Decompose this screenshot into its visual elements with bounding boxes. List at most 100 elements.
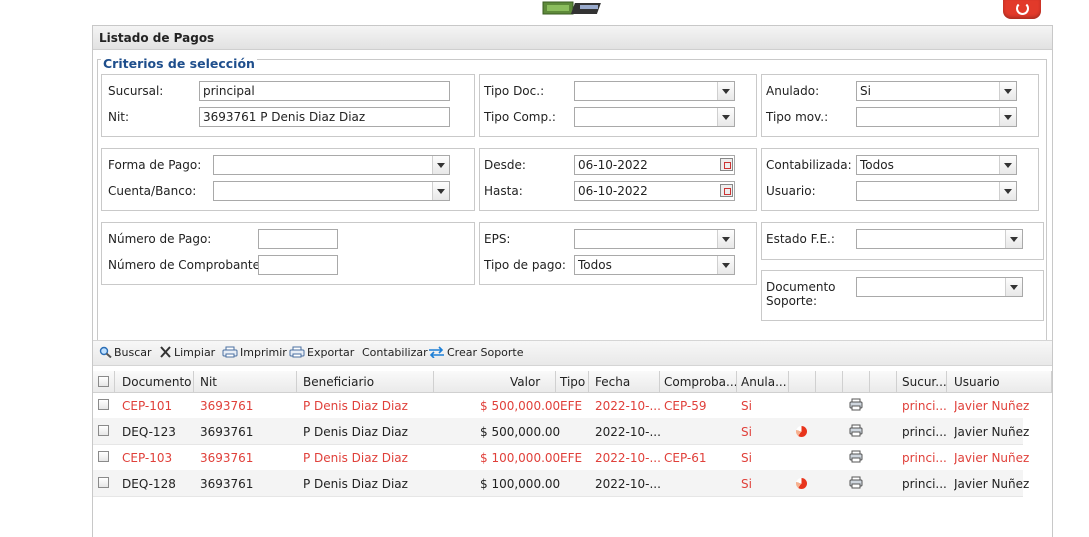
transfer-arrows-icon bbox=[429, 346, 444, 358]
power-icon[interactable] bbox=[1003, 0, 1041, 19]
eps-label: EPS: bbox=[484, 232, 511, 246]
chevron-down-icon[interactable] bbox=[717, 82, 734, 100]
cuenta-banco-label: Cuenta/Banco: bbox=[108, 184, 197, 198]
calendar-icon[interactable] bbox=[720, 184, 733, 197]
header-anulado[interactable]: Anula... bbox=[741, 375, 787, 389]
nit-input[interactable]: 3693761 P Denis Diaz Diaz bbox=[199, 107, 450, 127]
cell-usuario: Javier Nuñez bbox=[954, 477, 1030, 491]
contabilizada-select[interactable]: Todos bbox=[856, 155, 1017, 175]
header-usuario[interactable]: Usuario bbox=[954, 375, 1000, 389]
cell-valor: $ 100,000.00 bbox=[480, 477, 561, 491]
buscar-button[interactable]: Buscar bbox=[99, 346, 152, 359]
anulado-select[interactable]: Si bbox=[856, 81, 1017, 101]
chevron-down-icon[interactable] bbox=[432, 156, 449, 174]
chevron-down-icon[interactable] bbox=[999, 156, 1016, 174]
table-row[interactable]: DEQ-123 3693761 P Denis Diaz Diaz $ 500,… bbox=[93, 418, 1029, 445]
forma-pago-select[interactable] bbox=[213, 155, 450, 175]
chevron-down-icon[interactable] bbox=[1005, 230, 1022, 248]
exportar-button[interactable]: Exportar bbox=[289, 346, 354, 359]
tipo-pago-select[interactable]: Todos bbox=[574, 255, 735, 275]
pie-status-icon[interactable] bbox=[796, 478, 807, 489]
cell-tipo: EFE bbox=[560, 451, 583, 465]
desde-date-input[interactable]: 06-10-2022 bbox=[574, 155, 735, 175]
header-comprobante[interactable]: Comproba... bbox=[664, 375, 737, 389]
imprimir-button[interactable]: Imprimir bbox=[222, 346, 287, 359]
row-checkbox[interactable] bbox=[98, 451, 109, 462]
eps-select[interactable] bbox=[574, 229, 735, 249]
usuario-label: Usuario: bbox=[766, 184, 816, 198]
header-beneficiario[interactable]: Beneficiario bbox=[303, 375, 374, 389]
table-row[interactable]: DEQ-128 3693761 P Denis Diaz Diaz $ 100,… bbox=[93, 470, 1029, 497]
chevron-down-icon[interactable] bbox=[717, 230, 734, 248]
chevron-down-icon[interactable] bbox=[717, 108, 734, 126]
cell-nit: 3693761 bbox=[200, 399, 254, 413]
printer-icon[interactable] bbox=[849, 398, 863, 411]
chevron-down-icon[interactable] bbox=[999, 182, 1016, 200]
cell-beneficiario: P Denis Diaz Diaz bbox=[303, 399, 408, 413]
crear-soporte-label: Crear Soporte bbox=[447, 346, 524, 359]
printer-icon[interactable] bbox=[849, 450, 863, 463]
table-row[interactable]: CEP-103 3693761 P Denis Diaz Diaz $ 100,… bbox=[93, 444, 1029, 471]
cell-comprobante: CEP-59 bbox=[664, 399, 707, 413]
usuario-select[interactable] bbox=[856, 181, 1017, 201]
cell-beneficiario: P Denis Diaz Diaz bbox=[303, 425, 408, 439]
contabilizada-label: Contabilizada: bbox=[766, 158, 852, 172]
hasta-value: 06-10-2022 bbox=[578, 184, 648, 198]
cuenta-banco-select[interactable] bbox=[213, 181, 450, 201]
cell-valor: $ 500,000.00 bbox=[480, 425, 561, 439]
panel-header: Listado de Pagos bbox=[93, 26, 1052, 50]
forma-pago-label: Forma de Pago: bbox=[108, 158, 202, 172]
numero-comprobante-input[interactable] bbox=[258, 255, 338, 275]
toolbar: Buscar Limpiar Imprimir Exportar Contabi… bbox=[93, 340, 1052, 366]
estado-fe-select[interactable] bbox=[856, 229, 1023, 249]
header-tipo[interactable]: Tipo bbox=[560, 375, 585, 389]
nit-label: Nit: bbox=[108, 110, 130, 124]
cell-anulado: Si bbox=[741, 425, 752, 439]
panel-title: Listado de Pagos bbox=[99, 31, 215, 45]
row-checkbox[interactable] bbox=[98, 477, 109, 488]
cell-sucursal: princi... bbox=[902, 477, 947, 491]
tipo-doc-select[interactable] bbox=[574, 81, 735, 101]
pie-status-icon[interactable] bbox=[796, 426, 807, 437]
estado-fe-label: Estado F.E.: bbox=[766, 232, 835, 246]
chevron-down-icon[interactable] bbox=[432, 182, 449, 200]
cell-beneficiario: P Denis Diaz Diaz bbox=[303, 451, 408, 465]
tipo-mov-select[interactable] bbox=[856, 107, 1017, 127]
numero-pago-input[interactable] bbox=[258, 229, 338, 249]
printer-icon[interactable] bbox=[849, 424, 863, 437]
documento-soporte-select[interactable] bbox=[856, 277, 1023, 297]
printer-icon[interactable] bbox=[849, 476, 863, 489]
tipo-pago-label: Tipo de pago: bbox=[484, 258, 566, 272]
hasta-date-input[interactable]: 06-10-2022 bbox=[574, 181, 735, 201]
calendar-icon[interactable] bbox=[720, 158, 733, 171]
row-checkbox[interactable] bbox=[98, 399, 109, 410]
cell-beneficiario: P Denis Diaz Diaz bbox=[303, 477, 408, 491]
select-all-checkbox[interactable] bbox=[98, 376, 109, 387]
chevron-down-icon[interactable] bbox=[999, 108, 1016, 126]
contabilizar-button[interactable]: Contabilizar bbox=[362, 346, 428, 359]
sucursal-input[interactable]: principal bbox=[199, 81, 450, 101]
header-nit[interactable]: Nit bbox=[200, 375, 217, 389]
tipo-comp-select[interactable] bbox=[574, 107, 735, 127]
header-documento[interactable]: Documento bbox=[122, 375, 192, 389]
chevron-down-icon[interactable] bbox=[999, 82, 1016, 100]
table-row[interactable]: CEP-101 3693761 P Denis Diaz Diaz $ 500,… bbox=[93, 392, 1029, 419]
header-fecha[interactable]: Fecha bbox=[595, 375, 630, 389]
limpiar-button[interactable]: Limpiar bbox=[159, 346, 215, 359]
row-checkbox[interactable] bbox=[98, 425, 109, 436]
crear-soporte-button[interactable]: Crear Soporte bbox=[428, 346, 524, 359]
header-sucursal[interactable]: Sucur... bbox=[902, 375, 947, 389]
header-valor[interactable]: Valor bbox=[510, 375, 540, 389]
cell-nit: 3693761 bbox=[200, 451, 254, 465]
tipo-comp-label: Tipo Comp.: bbox=[484, 110, 556, 124]
cell-usuario: Javier Nuñez bbox=[954, 451, 1030, 465]
cell-anulado: Si bbox=[741, 451, 752, 465]
close-icon bbox=[160, 346, 171, 358]
chevron-down-icon[interactable] bbox=[717, 256, 734, 274]
tipo-doc-label: Tipo Doc.: bbox=[484, 84, 545, 98]
money-icon bbox=[540, 0, 620, 18]
cell-nit: 3693761 bbox=[200, 477, 254, 491]
cell-comprobante: CEP-61 bbox=[664, 451, 707, 465]
chevron-down-icon[interactable] bbox=[1005, 278, 1022, 296]
cell-usuario: Javier Nuñez bbox=[954, 399, 1030, 413]
